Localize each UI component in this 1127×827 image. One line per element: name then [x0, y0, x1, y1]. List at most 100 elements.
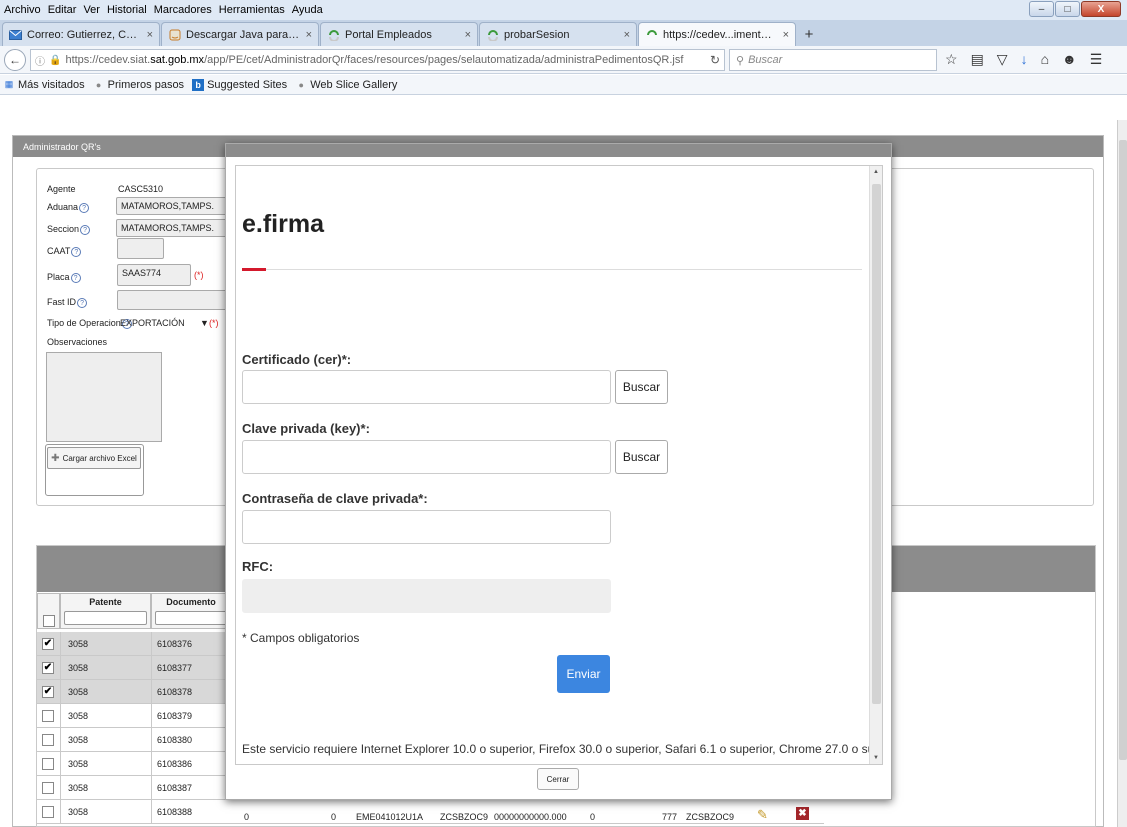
column-divider — [151, 800, 152, 823]
pocket-icon[interactable]: ▽ — [997, 51, 1008, 68]
row-checkbox[interactable] — [42, 806, 54, 818]
observaciones-label: Observaciones — [47, 337, 108, 347]
bookmark-web-slice-gallery[interactable]: ● Web Slice Gallery — [295, 79, 397, 91]
delete-icon[interactable]: ✖ — [796, 807, 809, 820]
url-bar[interactable]: ⓘ 🔒 https://cedev.siat. sat.gob.mx/app/PE… — [30, 49, 725, 71]
menu-herramientas[interactable]: Herramientas — [219, 4, 285, 16]
certificado-input[interactable] — [242, 370, 611, 404]
tab-close-icon[interactable]: × — [465, 29, 471, 41]
menu-editar[interactable]: Editar — [48, 4, 77, 16]
buscar-clave-button[interactable]: Buscar — [615, 440, 668, 474]
frame-scrollbar-thumb[interactable] — [872, 184, 881, 704]
seccion-label: Seccion? — [47, 224, 91, 235]
toolbar-icons: ☆ ▤ ▽ ↓ ⌂ ☻ ☰ — [945, 51, 1102, 68]
row-checkbox[interactable] — [42, 782, 54, 794]
download-icon[interactable]: ↓ — [1021, 51, 1028, 68]
tipo-operacion-select[interactable]: EXPORTACIÓN — [120, 318, 185, 328]
row-checkbox[interactable]: ✔ — [42, 686, 54, 698]
chat-icon[interactable]: ☻ — [1062, 51, 1077, 68]
help-icon[interactable]: ? — [71, 247, 82, 257]
maximize-button[interactable]: □ — [1055, 1, 1080, 17]
search-input[interactable]: ⚲ Buscar — [729, 49, 937, 71]
password-input[interactable] — [242, 510, 611, 544]
row-checkbox[interactable]: ✔ — [42, 638, 54, 650]
menu-archivo[interactable]: Archivo — [4, 4, 41, 16]
tab-java[interactable]: Descargar Java para Wind... × — [161, 22, 319, 46]
reload-icon[interactable]: ↻ — [710, 53, 720, 67]
enviar-button[interactable]: Enviar — [557, 655, 610, 693]
aduana-field[interactable]: MATAMOROS,TAMPS. — [116, 197, 228, 215]
buscar-certificado-button[interactable]: Buscar — [615, 370, 668, 404]
select-all-checkbox[interactable] — [43, 615, 55, 627]
new-tab-button[interactable]: + — [797, 22, 821, 46]
help-icon[interactable]: ? — [79, 203, 90, 213]
close-window-button[interactable]: X — [1081, 1, 1121, 17]
required-mark: (*) — [194, 270, 204, 280]
frame-scrollbar[interactable]: ▲ ▼ — [869, 166, 882, 764]
help-icon[interactable]: ? — [77, 298, 88, 308]
observaciones-textarea[interactable] — [46, 352, 162, 442]
home-icon[interactable]: ⌂ — [1041, 51, 1049, 68]
reading-list-icon[interactable]: ▤ — [971, 51, 984, 68]
caat-field[interactable] — [117, 238, 164, 259]
filter-documento-input[interactable] — [155, 611, 227, 625]
bookmark-primeros-pasos[interactable]: ● Primeros pasos — [93, 79, 184, 91]
minimize-button[interactable]: – — [1029, 1, 1054, 17]
clave-privada-input[interactable] — [242, 440, 611, 474]
cell-documento: 6108378 — [157, 687, 193, 697]
bookmark-mas-visitados[interactable]: ▦ Más visitados — [3, 79, 85, 91]
column-divider — [60, 704, 61, 727]
tab-close-icon[interactable]: × — [783, 29, 789, 41]
table-cell: EME041012U1A — [356, 812, 424, 822]
menu-historial[interactable]: Historial — [107, 4, 147, 16]
tab-close-icon[interactable]: × — [624, 29, 630, 41]
chevron-down-icon[interactable]: ▼ — [200, 318, 209, 328]
tab-probar-sesion[interactable]: probarSesion × — [479, 22, 637, 46]
cell-documento: 6108388 — [157, 807, 193, 817]
back-arrow-icon[interactable]: ← — [4, 48, 26, 71]
row-checkbox[interactable] — [42, 710, 54, 722]
tab-label: https://cedev...imentosQR.jsf — [663, 28, 777, 41]
header-documento: Documento — [151, 593, 231, 629]
tab-portal-empleados[interactable]: Portal Empleados × — [320, 22, 478, 46]
tab-correo[interactable]: Correo: Gutierrez, Christian... × — [2, 22, 160, 46]
column-divider — [151, 632, 152, 655]
scroll-up-icon[interactable]: ▲ — [873, 169, 879, 175]
row-checkbox[interactable] — [42, 758, 54, 770]
cell-patente: 3058 — [68, 687, 89, 697]
help-icon[interactable]: ? — [70, 273, 81, 283]
seccion-field[interactable]: MATAMOROS,TAMPS. — [116, 219, 228, 237]
header-select-cell — [37, 593, 60, 629]
tab-close-icon[interactable]: × — [306, 29, 312, 41]
menu-marcadores[interactable]: Marcadores — [154, 4, 212, 16]
plus-icon: ✚ — [51, 452, 60, 464]
globe-icon: ● — [298, 79, 304, 90]
bookmark-label: Más visitados — [18, 78, 85, 91]
placa-field[interactable]: SAAS774 — [117, 264, 191, 286]
tab-bar: Correo: Gutierrez, Christian... × Descar… — [0, 20, 1127, 46]
scroll-down-icon[interactable]: ▼ — [873, 755, 879, 761]
table-cell: ZCSBZOC9 — [440, 812, 489, 822]
help-icon[interactable]: ? — [80, 225, 91, 235]
page-scrollbar[interactable] — [1117, 120, 1127, 827]
lock-icon[interactable]: 🔒 — [49, 55, 61, 66]
bookmark-star-icon[interactable]: ☆ — [945, 51, 958, 68]
bookmark-suggested-sites[interactable]: b Suggested Sites — [192, 78, 287, 91]
menu-ayuda[interactable]: Ayuda — [292, 4, 323, 16]
tab-administra-pedimentos[interactable]: https://cedev...imentosQR.jsf × — [638, 22, 796, 46]
edit-pencil-icon[interactable]: ✎ — [757, 807, 768, 823]
row-checkbox[interactable]: ✔ — [42, 662, 54, 674]
menu-icon[interactable]: ☰ — [1090, 51, 1103, 68]
menu-ver[interactable]: Ver — [83, 4, 100, 16]
info-icon[interactable]: ⓘ — [35, 53, 45, 68]
upload-excel-button[interactable]: ✚ Cargar archivo Excel — [47, 447, 141, 469]
column-divider — [151, 776, 152, 799]
scrollbar-thumb[interactable] — [1119, 140, 1127, 760]
row-checkbox[interactable] — [42, 734, 54, 746]
filter-patente-input[interactable] — [64, 611, 147, 625]
fastid-field[interactable] — [117, 290, 229, 310]
tab-close-icon[interactable]: × — [147, 29, 153, 41]
accent-bar — [242, 268, 266, 271]
url-domain: sat.gob.mx — [150, 54, 205, 66]
cerrar-button[interactable]: Cerrar — [537, 768, 579, 790]
